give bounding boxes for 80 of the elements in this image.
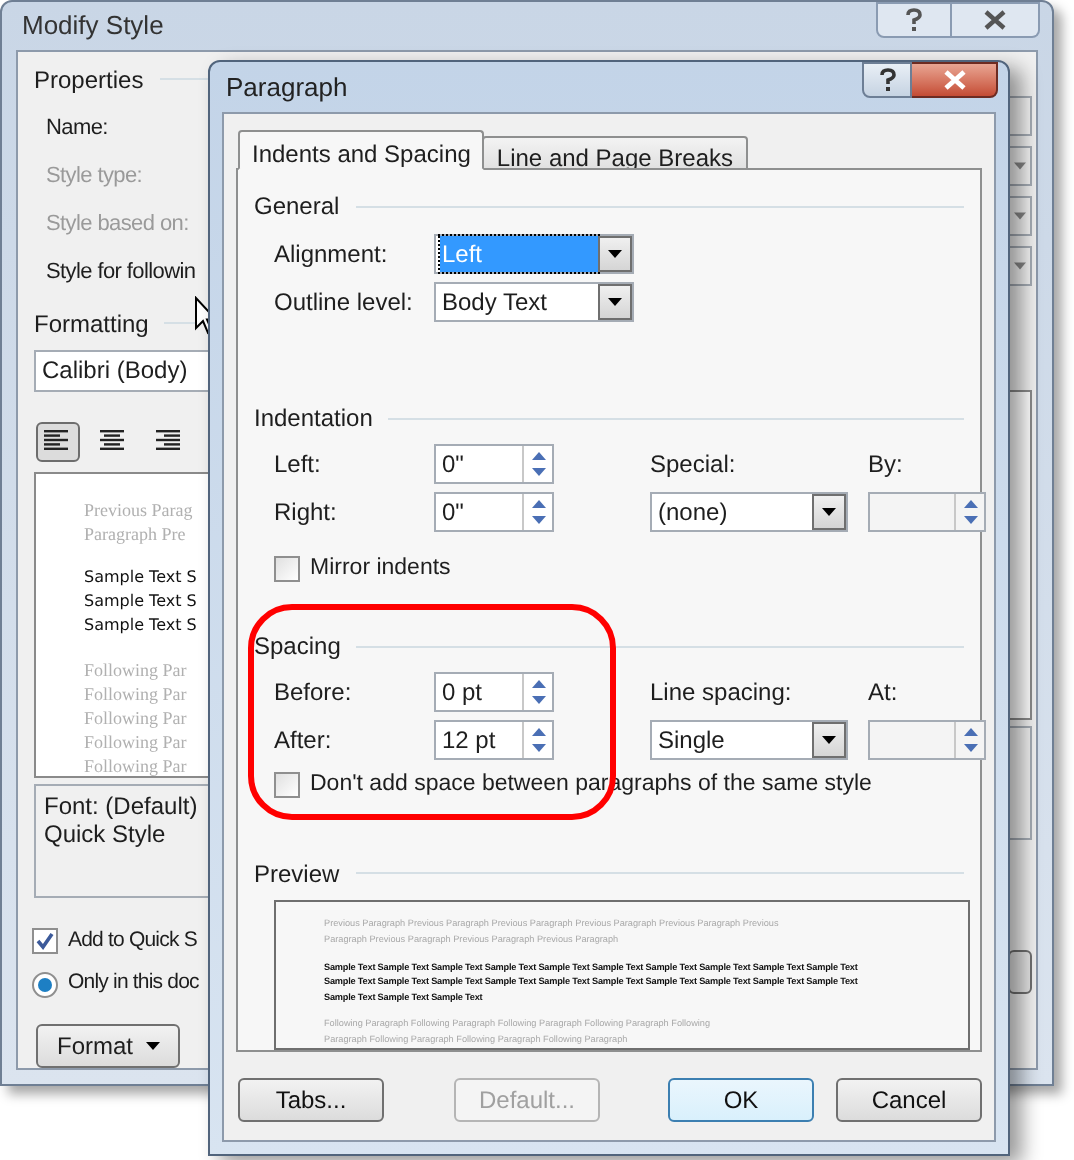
dialog-button[interactable]: Tabs... bbox=[238, 1078, 384, 1122]
spin-arrows-icon[interactable] bbox=[522, 722, 552, 759]
align-right-icon bbox=[156, 430, 184, 452]
preview-text: Following Par bbox=[84, 657, 189, 681]
preview-text: Sample Text S bbox=[84, 613, 199, 637]
section-heading: Indentation bbox=[254, 402, 373, 436]
align-center-icon bbox=[100, 430, 128, 452]
field-label: Alignment: bbox=[274, 238, 390, 272]
dropdown-field[interactable]: Single bbox=[650, 720, 848, 761]
preview-text: Following Par bbox=[84, 729, 189, 753]
spin-arrows-icon[interactable] bbox=[522, 446, 552, 482]
field-label: Style for followin bbox=[46, 257, 198, 287]
dialog-button[interactable]: OK bbox=[668, 1078, 814, 1122]
field-label: Style type: bbox=[46, 161, 145, 191]
checkbox[interactable] bbox=[32, 927, 58, 954]
window-title: Modify Style bbox=[22, 8, 164, 44]
field-label: At: bbox=[868, 676, 900, 711]
field-label: Style based on: bbox=[46, 209, 191, 239]
section-heading: Properties bbox=[34, 63, 144, 97]
preview-text: Paragraph Pre bbox=[84, 521, 188, 545]
checkbox-label: Mirror indents bbox=[310, 554, 451, 584]
field-label: Before: bbox=[274, 676, 354, 711]
dropdown-field[interactable]: (none) bbox=[650, 492, 848, 532]
spin-field[interactable]: 0" bbox=[434, 492, 554, 532]
field-label: Line spacing: bbox=[650, 676, 794, 711]
tab[interactable]: Indents and Spacing bbox=[238, 130, 485, 170]
checkbox[interactable] bbox=[274, 556, 300, 583]
spin-arrows-icon[interactable] bbox=[522, 494, 552, 530]
help-button[interactable] bbox=[862, 62, 912, 98]
field-label: Left: bbox=[274, 448, 323, 482]
dropdown-field[interactable] bbox=[1008, 195, 1032, 235]
dropdown-arrow-icon bbox=[1014, 261, 1026, 269]
preview-text: Sample Text S bbox=[84, 565, 199, 589]
spin-field[interactable] bbox=[868, 492, 986, 532]
close-icon bbox=[943, 70, 965, 90]
dialog-button[interactable]: Cancel bbox=[836, 1078, 982, 1122]
close-button[interactable] bbox=[912, 62, 998, 98]
field-label: After: bbox=[274, 724, 334, 759]
field-label: Outline level: bbox=[274, 286, 415, 320]
field-label: Right: bbox=[274, 496, 339, 530]
checkbox[interactable] bbox=[274, 772, 300, 799]
help-button[interactable] bbox=[876, 2, 952, 38]
help-icon bbox=[879, 68, 895, 92]
window-title: Paragraph bbox=[226, 69, 348, 106]
align-left-icon bbox=[44, 430, 72, 452]
section-heading: Preview bbox=[254, 857, 340, 891]
section-heading: Spacing bbox=[254, 630, 341, 665]
radio-label: Only in this doc bbox=[68, 968, 199, 999]
checkbox-label: Add to Quick S bbox=[68, 925, 197, 955]
section-heading: General bbox=[254, 190, 340, 224]
preview-text: Following Par bbox=[84, 753, 189, 777]
dropdown-arrow-icon bbox=[145, 1042, 159, 1050]
field-label: By: bbox=[868, 448, 905, 482]
dropdown-arrow-icon bbox=[1014, 161, 1026, 169]
spin-arrows-icon[interactable] bbox=[954, 722, 984, 759]
field-label: Name: bbox=[46, 113, 110, 143]
align-button[interactable] bbox=[36, 421, 80, 461]
spin-field[interactable]: 0 pt bbox=[434, 672, 554, 713]
help-icon bbox=[906, 8, 922, 32]
spin-field[interactable] bbox=[868, 720, 986, 761]
description-text: Quick Style bbox=[44, 819, 168, 847]
preview-text: Previous Parag bbox=[84, 497, 195, 521]
format-button[interactable]: Format bbox=[36, 1024, 180, 1068]
field-label: Special: bbox=[650, 448, 738, 482]
dropdown-arrow-icon bbox=[1014, 211, 1026, 219]
spin-arrows-icon[interactable] bbox=[522, 674, 552, 711]
close-button[interactable] bbox=[952, 2, 1040, 38]
preview-text: Following Par bbox=[84, 681, 189, 705]
dropdown-field[interactable] bbox=[1008, 245, 1032, 285]
preview-text: Sample Text S bbox=[84, 589, 199, 613]
close-icon bbox=[984, 10, 1006, 30]
spin-field[interactable]: 0" bbox=[434, 444, 554, 484]
spin-field[interactable]: 12 pt bbox=[434, 720, 554, 761]
description-text: Font: (Default) bbox=[44, 791, 200, 819]
radio-button[interactable] bbox=[32, 971, 58, 998]
dropdown-field[interactable]: Body Text bbox=[434, 282, 634, 322]
preview-text: Following Par bbox=[84, 705, 189, 729]
section-heading: Formatting bbox=[34, 307, 149, 341]
dropdown-field[interactable] bbox=[1008, 145, 1032, 185]
spin-arrows-icon[interactable] bbox=[954, 494, 984, 530]
